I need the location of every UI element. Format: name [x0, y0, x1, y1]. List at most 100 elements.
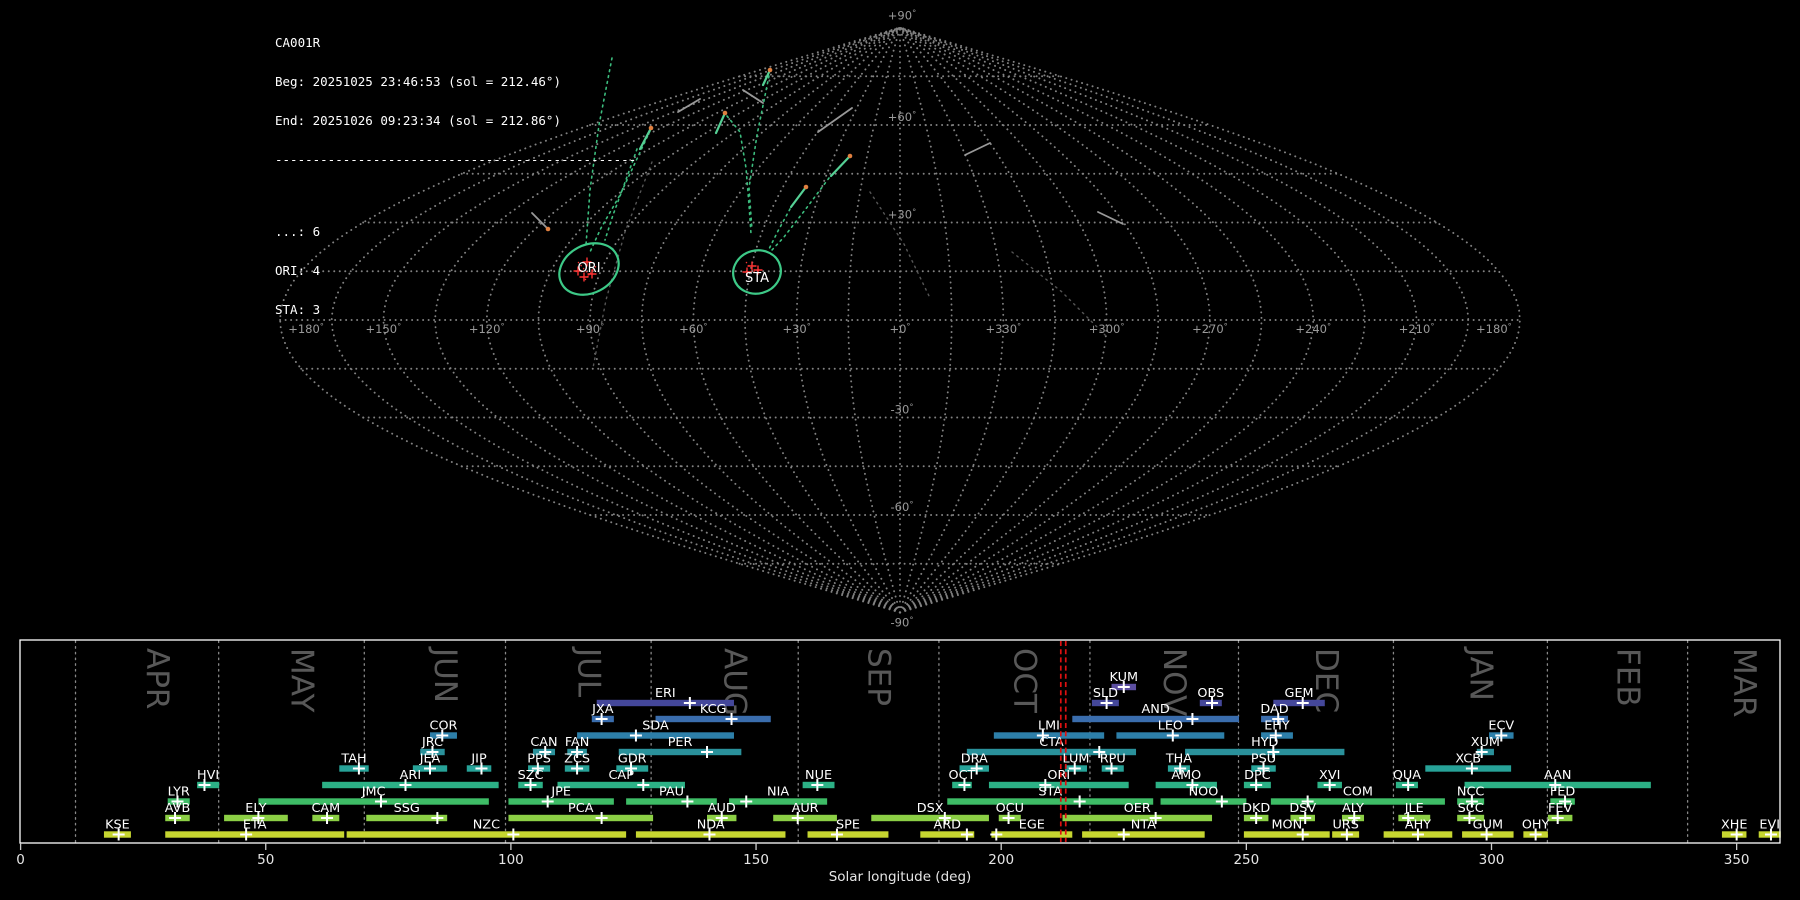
x-axis-tick-label: 200: [988, 852, 1014, 868]
sporadic-meteor: [965, 143, 990, 155]
shower-label-dad: DAD: [1260, 702, 1288, 717]
shower-peak-cross-eri: [684, 697, 696, 709]
shower-label-urs: URS: [1332, 818, 1358, 833]
meteor-begin-dot: [848, 154, 853, 159]
header-separator: ----------------------------------------…: [275, 153, 636, 166]
shower-label-leo: LEO: [1158, 719, 1183, 734]
shower-label-can: CAN: [530, 735, 557, 750]
sporadic-trails: [593, 162, 1106, 368]
shower-label-cap: CAP: [609, 768, 635, 783]
meteor-cross-marker: [748, 262, 757, 271]
shower-label-gdr: GDR: [618, 752, 647, 767]
month-label-may: MAY: [283, 648, 319, 713]
month-label-apr: APR: [139, 648, 175, 709]
x-axis-title: Solar longitude (deg): [829, 869, 972, 885]
shower-label-sld: SLD: [1093, 686, 1118, 701]
shower-label-tah: TAH: [340, 752, 366, 767]
shower-label-ely: ELY: [245, 801, 267, 816]
count-ori: ORI: 4: [275, 264, 636, 277]
shower-label-ocu: OCU: [996, 801, 1024, 816]
sky-lat-label: +90°: [888, 8, 916, 23]
meteor-begin-dot: [768, 68, 773, 73]
shower-label-eri: ERI: [655, 686, 676, 701]
shower-label-dsx: DSX: [917, 801, 944, 816]
shower-meteor: [716, 113, 725, 133]
month-label-sep: SEP: [861, 648, 897, 706]
x-axis: 050100150200250300350Solar longitude (de…: [16, 843, 1749, 885]
sky-grid-meridian: [900, 28, 1158, 613]
x-axis-tick-label: 350: [1724, 852, 1750, 868]
meteor-begin-dot: [804, 185, 809, 190]
shower-label-avb: AVB: [165, 801, 190, 816]
shower-label-rpu: RPU: [1100, 752, 1126, 767]
sky-lat-label: +30°: [888, 207, 916, 222]
shower-label-jpe: JPE: [550, 785, 571, 800]
shower-peak-cross-nzc: [507, 829, 519, 841]
shower-label-sda: SDA: [642, 719, 669, 734]
shower-label-lyr: LYR: [168, 785, 190, 800]
shower-label-ari: ARI: [400, 768, 421, 783]
shower-label-nue: NUE: [805, 768, 832, 783]
shower-row: KSEETANZCNDASPEARDEGENTAMONURSAHYGUMOHYX…: [104, 818, 1781, 841]
shower-label-tha: THA: [1165, 752, 1192, 767]
sky-lon-label: +210°: [1399, 321, 1435, 336]
shower-label-fev: FEV: [1548, 801, 1572, 816]
sporadic-meteor: [818, 108, 852, 132]
shower-label-hvi: HVI: [197, 768, 219, 783]
count-sporadic: ...: 6: [275, 225, 636, 238]
shower-label-and: AND: [1142, 702, 1170, 717]
sporadic-meteor: [743, 90, 763, 103]
shower-label-nzc: NZC: [473, 818, 500, 833]
shower-label-ard: ARD: [934, 818, 962, 833]
shower-label-dpc: DPC: [1244, 768, 1271, 783]
shower-peak-cross-sta: [1074, 796, 1086, 808]
shower-label-ncc: NCC: [1457, 785, 1485, 800]
shower-label-aur: AUR: [792, 801, 819, 816]
shower-label-noo: NOO: [1189, 785, 1219, 800]
shower-label-dra: DRA: [961, 752, 988, 767]
x-axis-tick-label: 100: [498, 852, 524, 868]
shower-label-pau: PAU: [659, 785, 684, 800]
shower-label-lmi: LMI: [1038, 719, 1060, 734]
meteor-radiant-report: +180°+150°+120°+90°+60°+30°+0°+330°+300°…: [0, 0, 1800, 900]
shower-trail: [772, 178, 829, 250]
sky-grid-meridian: [642, 28, 900, 613]
shower-label-spe: SPE: [836, 818, 860, 833]
shower-row: LYRJMCJPEPAUNIASTANOOCOMNCCFED: [168, 785, 1576, 808]
shower-peak-cross-ard: [961, 829, 973, 841]
shower-label-pps: PPS: [527, 752, 551, 767]
shower-label-cor: COR: [430, 719, 458, 734]
shower-label-aly: ALY: [1342, 801, 1364, 816]
shower-label-fed: FED: [1550, 785, 1575, 800]
shower-label-gem: GEM: [1285, 686, 1314, 701]
shower-trail: [727, 116, 751, 234]
sky-lon-label: +240°: [1295, 321, 1331, 336]
sky-grid-meridian: [900, 28, 1262, 613]
x-axis-tick-label: 50: [257, 852, 274, 868]
shower-peak-cross-cap: [637, 779, 649, 791]
shower-label-kse: KSE: [105, 818, 130, 833]
shower-label-jle: JLE: [1404, 801, 1424, 816]
sporadic-meteor: [678, 99, 700, 112]
sky-lat-label: -90°: [891, 615, 914, 630]
shower-peak-cross-nia: [740, 796, 752, 808]
shower-meteor: [791, 187, 806, 207]
shower-label-ssg: SSG: [394, 801, 420, 816]
month-label-jan: JAN: [1462, 646, 1498, 701]
shower-label-oct: OCT: [949, 768, 976, 783]
shower-label-mon: MON: [1271, 818, 1302, 833]
shower-label-oer: OER: [1124, 801, 1151, 816]
month-label-jun: JUN: [427, 646, 463, 703]
shower-label-qua: QUA: [1393, 768, 1421, 783]
shower-trail: [749, 76, 769, 230]
shower-peak-cross-pca: [596, 812, 608, 824]
radiant-sta: STA: [728, 245, 785, 299]
shower-peak-cross-ege: [990, 829, 1002, 841]
shower-peak-cross-sda: [630, 730, 642, 742]
sky-lat-label: +60°: [888, 109, 916, 124]
month-label-mar: MAR: [1726, 648, 1762, 718]
shower-label-dsv: DSV: [1289, 801, 1316, 816]
month-label-jul: JUL: [570, 646, 606, 698]
shower-peak-cross-nta: [1118, 829, 1130, 841]
sky-lat-label: -30°: [891, 402, 914, 417]
